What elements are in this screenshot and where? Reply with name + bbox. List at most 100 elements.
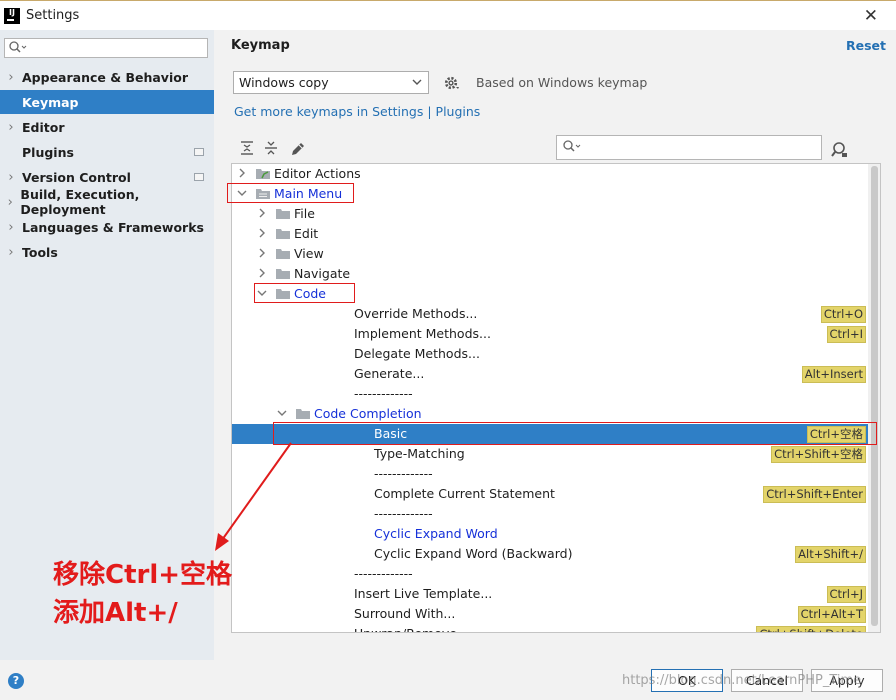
shortcut-badge: Ctrl+O [820, 306, 866, 323]
tree-row-label: Cyclic Expand Word (Backward) [374, 546, 573, 561]
folder-icon [276, 269, 290, 279]
keymap-filter[interactable] [556, 135, 822, 160]
tree-scrollbar[interactable] [868, 164, 880, 632]
shortcut-badge: Ctrl+Shift+Enter [763, 486, 866, 503]
sidebar-item-keymap[interactable]: Keymap [0, 90, 214, 114]
page-title: Keymap [231, 38, 290, 53]
folder-icon [276, 249, 290, 259]
chevron-right-icon[interactable] [256, 207, 268, 219]
code-highlight-box [254, 283, 355, 303]
intellij-app-icon: IJ [4, 7, 20, 24]
chevron-right-icon: › [8, 219, 14, 235]
sidebar-search[interactable] [4, 38, 208, 58]
tree-row[interactable]: Editor Actions [232, 164, 868, 184]
shortcut-badge: Ctrl+Alt+T [797, 606, 866, 623]
editor-actions-icon [256, 169, 270, 179]
keymap-dropdown[interactable]: Windows copy [233, 71, 429, 94]
sidebar-item-build-execution-deployment[interactable]: › Build, Execution, Deployment [0, 187, 214, 217]
tree-row-label: File [294, 206, 315, 221]
tree-row-label: Override Methods... [354, 306, 478, 321]
chevron-right-icon[interactable] [256, 267, 268, 279]
tree-row[interactable]: ------------- [232, 464, 868, 484]
close-icon[interactable]: ✕ [864, 6, 878, 26]
tree-row-label: Code Completion [314, 406, 422, 421]
tree-row-label: Delegate Methods... [354, 346, 480, 361]
tree-row[interactable]: Navigate [232, 264, 868, 284]
tree-row[interactable]: Complete Current Statement Ctrl+Shift+Ent… [232, 484, 868, 504]
chevron-right-icon: › [8, 169, 14, 185]
sidebar-item-label: Languages & Frameworks [22, 219, 204, 235]
chevron-down-icon [412, 79, 422, 85]
tree-row[interactable]: Cyclic Expand Word (Backward) Alt+Shift+/ [232, 544, 868, 564]
sidebar-item-label: Editor [22, 119, 65, 135]
tree-row[interactable]: Insert Live Template... Ctrl+J [232, 584, 868, 604]
tree-row[interactable]: Code Completion [232, 404, 868, 424]
shortcut-badge: Ctrl+Shift+空格 [771, 446, 866, 463]
tree-row[interactable]: File [232, 204, 868, 224]
shortcut-badge: Ctrl+J [826, 586, 866, 603]
sidebar-item-label: Appearance & Behavior [22, 69, 188, 85]
tree-row[interactable]: ------------- [232, 384, 868, 404]
tree-row[interactable]: View [232, 244, 868, 264]
keymap-panel: Keymap Reset Windows copy Based on Windo… [214, 30, 896, 660]
find-by-shortcut-icon[interactable] [830, 140, 848, 158]
help-icon[interactable]: ? [8, 673, 24, 689]
shortcut-badge: Ctrl+Shift+Delete [756, 626, 866, 632]
chevron-down-icon[interactable] [276, 407, 288, 419]
sidebar-item-version-control[interactable]: › Version Control [0, 165, 214, 189]
sidebar-item-label: Plugins [22, 144, 74, 160]
chevron-right-icon[interactable] [256, 227, 268, 239]
chevron-right-icon[interactable] [256, 247, 268, 259]
collapse-all-icon[interactable] [264, 141, 278, 155]
tree-row[interactable]: ------------- [232, 504, 868, 524]
tree-row-label: Surround With... [354, 606, 456, 621]
project-level-icon [194, 148, 204, 156]
main-menu-highlight-box [227, 183, 354, 203]
sidebar-item-tools[interactable]: › Tools [0, 240, 214, 264]
sidebar-search-input[interactable] [29, 41, 199, 55]
tree-row-label: Cyclic Expand Word [374, 526, 498, 541]
expand-all-icon[interactable] [240, 141, 254, 155]
sidebar-item-languages-frameworks[interactable]: › Languages & Frameworks [0, 215, 214, 239]
tree-row-label: Complete Current Statement [374, 486, 555, 501]
tree-row[interactable]: Cyclic Expand Word [232, 524, 868, 544]
tree-row[interactable]: Override Methods... Ctrl+O [232, 304, 868, 324]
sidebar-item-appearance-behavior[interactable]: › Appearance & Behavior [0, 65, 214, 89]
chevron-right-icon: › [8, 244, 14, 260]
tree-row[interactable]: Generate... Alt+Insert [232, 364, 868, 384]
edit-shortcuts-icon[interactable] [290, 141, 306, 157]
basic-highlight-box [273, 422, 877, 445]
tree-row-label: Navigate [294, 266, 351, 281]
keymap-tree[interactable]: Editor Actions Main Menu File Edit View Navig… [231, 163, 881, 633]
watermark: https://blog.csdn.net/LearnPHP_Time [622, 673, 862, 688]
project-level-icon [194, 173, 204, 181]
sidebar-item-label: Tools [22, 244, 58, 260]
gear-icon[interactable] [444, 75, 460, 91]
tree-row[interactable]: Type-Matching Ctrl+Shift+空格 [232, 444, 868, 464]
tree-row[interactable]: Implement Methods... Ctrl+I [232, 324, 868, 344]
get-more-keymaps-link[interactable]: Get more keymaps in Settings | Plugins [234, 104, 480, 119]
reset-link[interactable]: Reset [846, 38, 886, 53]
chevron-right-icon: › [8, 119, 14, 135]
chevron-right-icon: › [8, 69, 14, 85]
chevron-right-icon[interactable] [236, 167, 248, 179]
tree-row-label: Edit [294, 226, 319, 241]
tree-row-label: ------------- [374, 506, 433, 521]
sidebar-item-plugins[interactable]: Plugins [0, 140, 214, 164]
annotation-add-text: 添加Alt+/ [53, 598, 178, 628]
tree-row[interactable]: Unwrap/Remove... Ctrl+Shift+Delete [232, 624, 868, 632]
sidebar-item-editor[interactable]: › Editor [0, 115, 214, 139]
sidebar-item-label: Version Control [22, 169, 131, 185]
keymap-dropdown-value: Windows copy [239, 75, 329, 90]
tree-row-label: ------------- [354, 386, 413, 401]
window-title: Settings [26, 8, 80, 23]
tree-row-label: Generate... [354, 366, 425, 381]
sidebar-item-label: Keymap [22, 94, 79, 110]
tree-scrollbar-thumb[interactable] [871, 166, 878, 626]
tree-row-label: Insert Live Template... [354, 586, 493, 601]
tree-row[interactable]: Delegate Methods... [232, 344, 868, 364]
tree-row[interactable]: ------------- [232, 564, 868, 584]
tree-row[interactable]: Edit [232, 224, 868, 244]
based-on-text: Based on Windows keymap [476, 75, 648, 90]
tree-row[interactable]: Surround With... Ctrl+Alt+T [232, 604, 868, 624]
